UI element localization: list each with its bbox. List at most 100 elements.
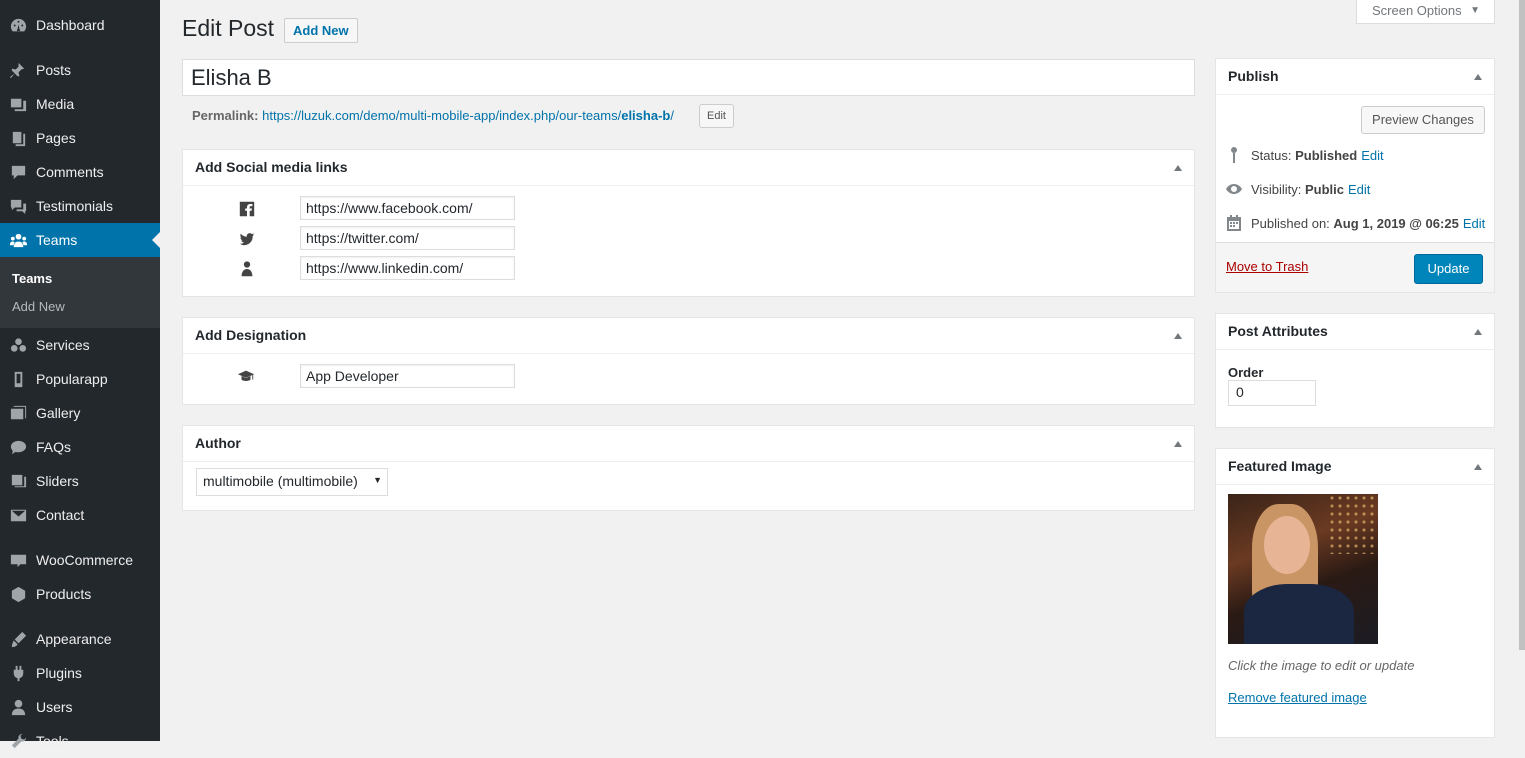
twitter-url-input[interactable]: https://twitter.com/ [300, 226, 515, 250]
social-links-box: Add Social media links https://www.faceb… [182, 149, 1195, 297]
page-title: Edit Post [182, 15, 275, 41]
menu-label: Sliders [36, 473, 79, 489]
menu-services[interactable]: Services [0, 328, 160, 362]
menu-label: Plugins [36, 665, 82, 681]
published-edit-link[interactable]: Edit [1463, 216, 1485, 231]
menu-faqs[interactable]: FAQs [0, 430, 160, 464]
publish-title[interactable]: Publish [1216, 59, 1494, 95]
users-icon [0, 698, 36, 717]
menu-tools[interactable]: Tools [0, 724, 160, 758]
facebook-url-input[interactable]: https://www.facebook.com/ [300, 196, 515, 220]
pages-icon [0, 129, 36, 148]
menu-posts[interactable]: Posts [0, 53, 160, 87]
menu-sliders[interactable]: Sliders [0, 464, 160, 498]
menu-label: Dashboard [36, 17, 105, 33]
pin-icon [1231, 147, 1237, 163]
publish-box: Publish Preview Changes Status: Publishe… [1215, 58, 1495, 293]
mobile-icon [0, 370, 36, 389]
page-scrollbar[interactable] [1519, 0, 1525, 650]
collapse-toggle-icon[interactable] [1474, 464, 1482, 470]
social-links-title[interactable]: Add Social media links [183, 150, 1194, 186]
submenu-add-new[interactable]: Add New [12, 299, 65, 314]
published-label: Published on: [1251, 215, 1330, 231]
plugins-icon [0, 664, 36, 683]
featured-image-box: Featured Image Click the image to edit o… [1215, 448, 1495, 738]
email-icon [0, 506, 36, 525]
update-button[interactable]: Update [1414, 254, 1483, 284]
author-selected-value: multimobile (multimobile) [203, 473, 358, 489]
remove-featured-image-link[interactable]: Remove featured image [1228, 690, 1367, 705]
menu-label: Products [36, 586, 92, 602]
linkedin-url-input[interactable]: https://www.linkedin.com/ [300, 256, 515, 280]
visibility-edit-link[interactable]: Edit [1348, 182, 1370, 197]
comments-icon [0, 163, 36, 182]
menu-products[interactable]: Products [0, 577, 160, 611]
products-icon [0, 585, 36, 604]
menu-label: Media [36, 96, 75, 112]
status-edit-link[interactable]: Edit [1361, 148, 1383, 163]
author-title[interactable]: Author [183, 426, 1194, 462]
menu-label: Tools [36, 733, 69, 749]
tools-icon [0, 732, 36, 751]
preview-changes-button[interactable]: Preview Changes [1361, 106, 1485, 134]
menu-label: Testimonials [36, 198, 114, 214]
post-attributes-box: Post Attributes Order 0 [1215, 313, 1495, 428]
collapse-toggle-icon[interactable] [1474, 74, 1482, 80]
menu-label: Comments [36, 164, 104, 180]
submenu-teams[interactable]: Teams [12, 271, 52, 286]
published-value: Aug 1, 2019 @ 06:25 [1333, 215, 1459, 231]
faq-icon [0, 438, 36, 457]
menu-appearance[interactable]: Appearance [0, 622, 160, 656]
permalink-base: https://luzuk.com/demo/multi-mobile-app/… [262, 108, 622, 123]
collapse-toggle-icon[interactable] [1474, 329, 1482, 335]
author-select[interactable]: multimobile (multimobile) ▼ [196, 468, 388, 496]
menu-testimonials[interactable]: Testimonials [0, 189, 160, 223]
screen-options-button[interactable]: Screen Options ▼ [1356, 0, 1495, 24]
permalink-label: Permalink: [192, 108, 259, 123]
visibility-value: Public [1304, 181, 1344, 197]
order-input[interactable]: 0 [1228, 380, 1316, 406]
appearance-icon [0, 630, 36, 649]
featured-image-title[interactable]: Featured Image [1216, 449, 1494, 485]
menu-comments[interactable]: Comments [0, 155, 160, 189]
menu-dashboard[interactable]: Dashboard [0, 8, 160, 42]
menu-label: Posts [36, 62, 72, 78]
move-to-trash-link[interactable]: Move to Trash [1226, 259, 1308, 274]
sliders-icon [0, 472, 36, 491]
post-attributes-title[interactable]: Post Attributes [1216, 314, 1494, 350]
permalink-link[interactable]: https://luzuk.com/demo/multi-mobile-app/… [262, 108, 674, 123]
menu-label: Teams [36, 232, 78, 248]
collapse-toggle-icon[interactable] [1174, 333, 1182, 339]
designation-title[interactable]: Add Designation [183, 318, 1194, 354]
designation-box: Add Designation App Developer [182, 317, 1195, 405]
designation-input[interactable]: App Developer [300, 364, 515, 388]
collapse-toggle-icon[interactable] [1174, 165, 1182, 171]
permalink-edit-button[interactable]: Edit [699, 104, 734, 128]
menu-contact[interactable]: Contact [0, 498, 160, 532]
media-icon [0, 95, 36, 114]
collapse-toggle-icon[interactable] [1174, 441, 1182, 447]
menu-gallery[interactable]: Gallery [0, 396, 160, 430]
facebook-icon [238, 200, 256, 218]
menu-woocommerce[interactable]: WooCommerce [0, 543, 160, 577]
current-menu-arrow [152, 232, 160, 248]
groups-icon [0, 231, 36, 250]
visibility-label: Visibility: [1251, 181, 1302, 197]
screen-options-label: Screen Options [1372, 3, 1462, 18]
menu-label: Users [36, 699, 73, 715]
dropdown-arrow-icon: ▼ [373, 475, 382, 485]
menu-pages[interactable]: Pages [0, 121, 160, 155]
featured-image-hint: Click the image to edit or update [1228, 658, 1415, 673]
calendar-icon [1227, 215, 1241, 231]
menu-teams[interactable]: Teams [0, 223, 160, 257]
status-value: Published [1295, 147, 1358, 163]
order-label: Order [1228, 365, 1264, 380]
featured-image-thumbnail[interactable] [1228, 494, 1378, 644]
menu-users[interactable]: Users [0, 690, 160, 724]
add-new-button[interactable]: Add New [284, 18, 358, 43]
menu-media[interactable]: Media [0, 87, 160, 121]
menu-plugins[interactable]: Plugins [0, 656, 160, 690]
eye-icon [1226, 184, 1242, 194]
menu-popularapp[interactable]: Popularapp [0, 362, 160, 396]
post-title-input[interactable]: Elisha B [182, 59, 1195, 96]
